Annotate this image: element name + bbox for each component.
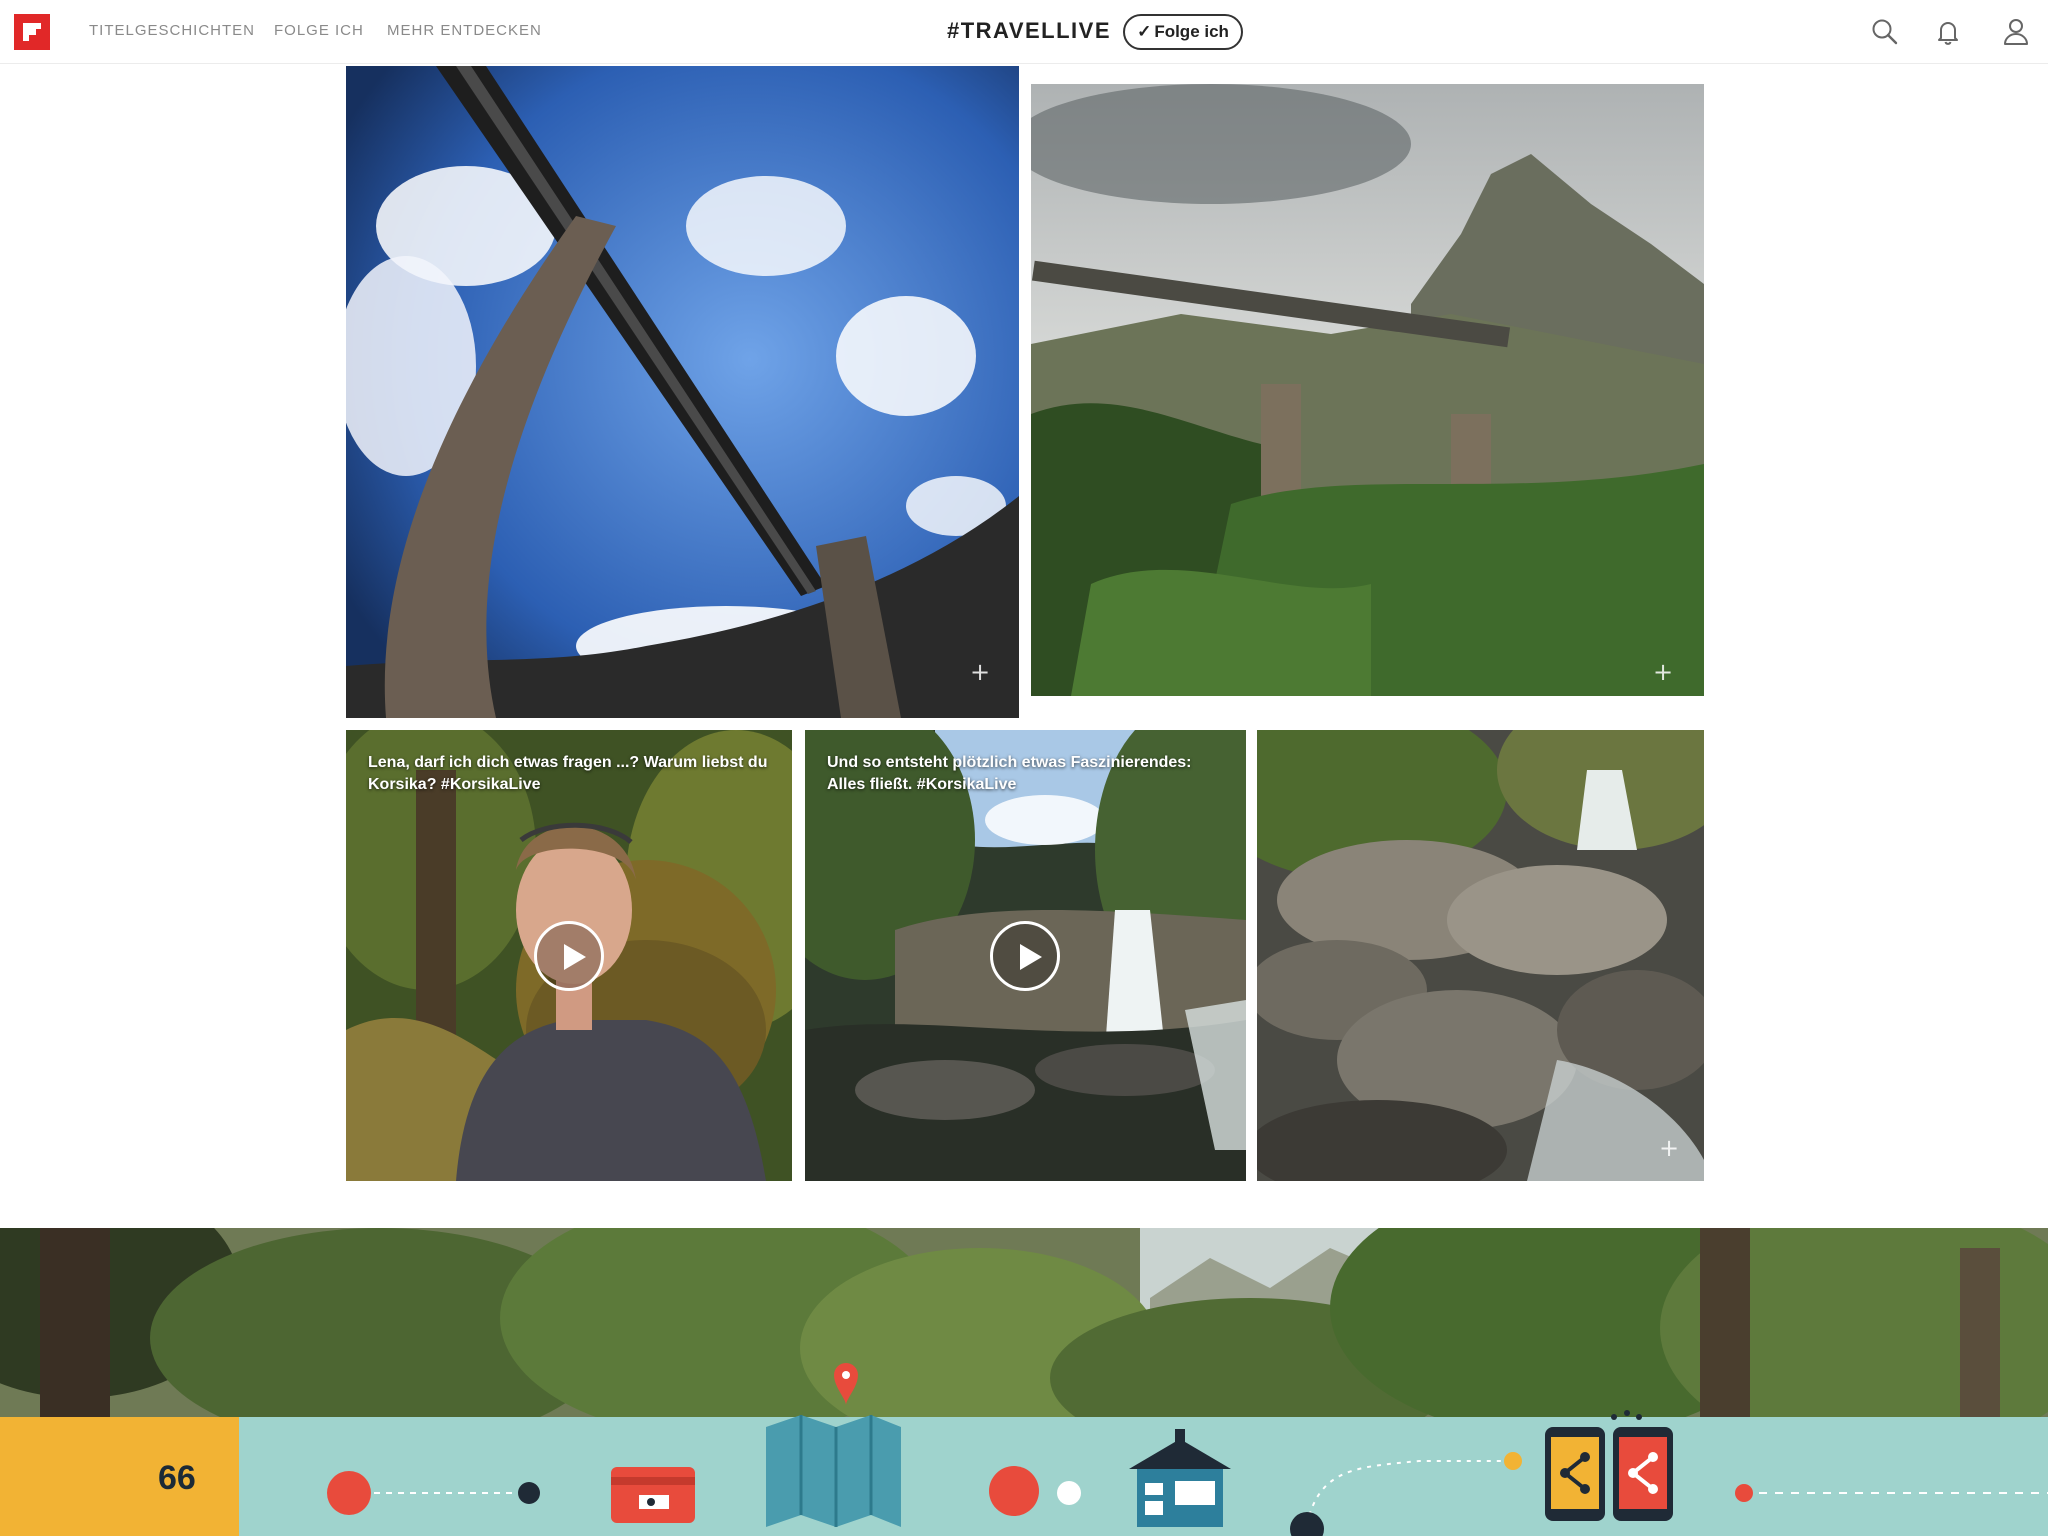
map-pin-icon [766,1363,901,1527]
topic-title: #TRAVELLIVE [947,18,1112,43]
add-to-magazine-icon[interactable]: + [968,660,992,684]
share-phones-icon [1545,1410,1673,1521]
nav-titelgeschichten[interactable]: TITELGESCHICHTEN [89,22,255,39]
add-to-magazine-icon[interactable]: + [1651,660,1675,684]
river-rocks-image [1257,730,1704,1181]
follow-button[interactable]: ✓ Folge ich [1123,14,1243,50]
play-button[interactable] [534,921,604,991]
video-waterfall[interactable]: Und so entsteht plötzlich etwas Faszinie… [805,730,1246,1181]
bell-icon[interactable] [1931,15,1965,49]
page-number-box: 66 [0,1417,239,1536]
video-caption: Und so entsteht plötzlich etwas Faszinie… [827,754,1192,793]
decorative-travel-illustration [239,1363,2048,1536]
play-button[interactable] [990,921,1060,991]
checkmark-icon: ✓ [1137,22,1152,41]
mountain-bridge-image [1031,84,1704,696]
follow-button-label: Folge ich [1154,22,1229,41]
nav-mehr-entdecken[interactable]: MEHR ENTDECKEN [387,22,542,39]
house-icon [1129,1429,1231,1527]
bottom-illustration-strip: 66 [0,1363,2048,1536]
add-to-magazine-icon[interactable]: + [1657,1136,1681,1160]
top-navigation-bar: TITELGESCHICHTEN FOLGE ICH MEHR ENTDECKE… [0,0,2048,64]
bridge-fisheye-image [346,66,1019,718]
bridge-fisheye-photo[interactable]: + [346,66,1019,718]
user-icon[interactable] [1999,15,2033,49]
river-rocks-photo[interactable]: + [1257,730,1704,1181]
page-number: 66 [158,1459,196,1497]
card-icon [611,1467,695,1523]
nav-folge-ich[interactable]: FOLGE ICH [274,22,364,39]
video-caption: Lena, darf ich dich etwas fragen ...? Wa… [368,754,768,793]
mountain-bridge-photo[interactable]: + [1031,84,1704,696]
video-lena-interview[interactable]: Lena, darf ich dich etwas fragen ...? Wa… [346,730,792,1181]
flipboard-logo-icon[interactable] [14,14,50,50]
search-icon[interactable] [1868,15,1902,49]
